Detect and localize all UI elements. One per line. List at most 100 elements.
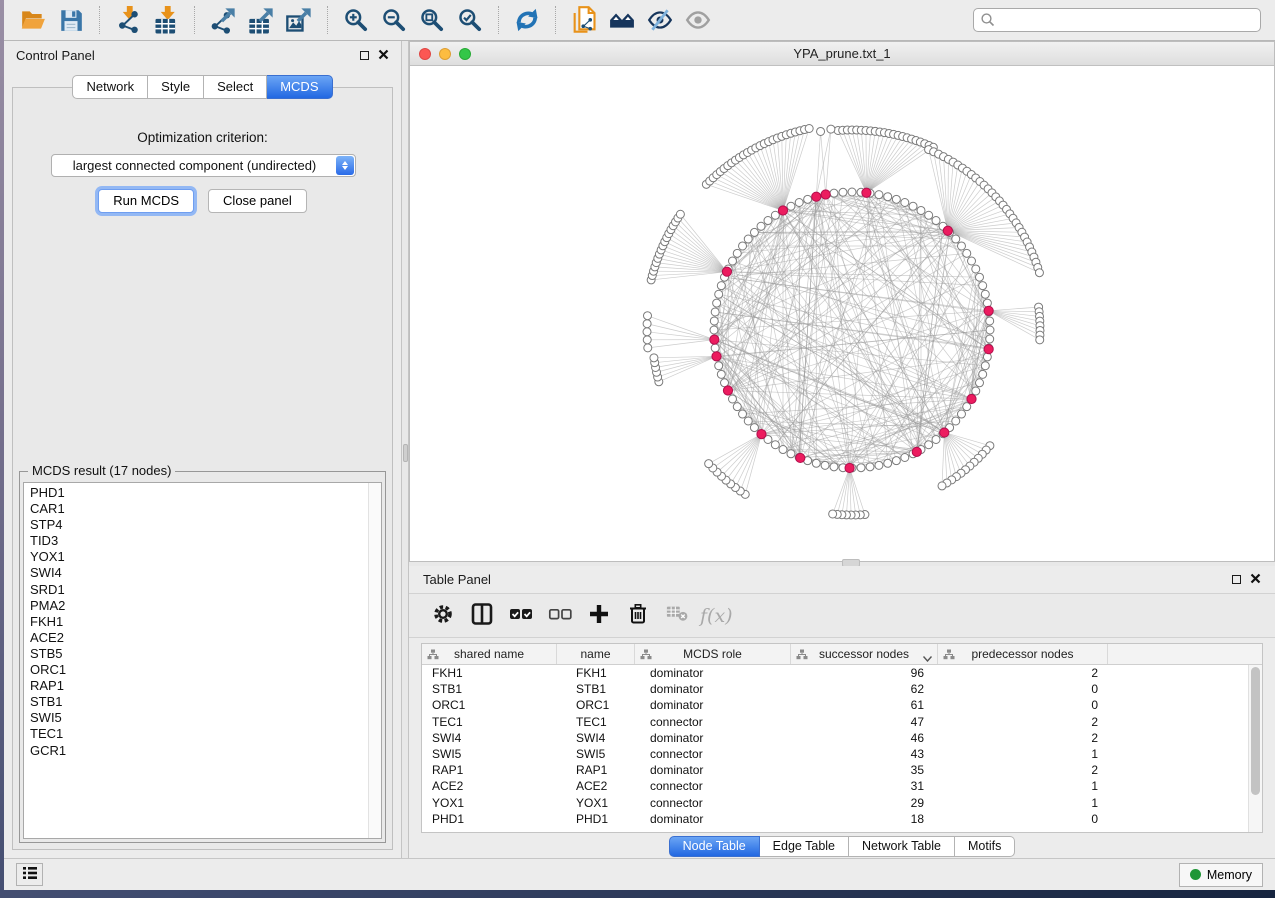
network-node[interactable] — [750, 424, 758, 432]
memory-button[interactable]: Memory — [1179, 863, 1263, 887]
tab-edge-table[interactable]: Edge Table — [760, 836, 849, 857]
network-node[interactable] — [643, 320, 651, 328]
mcds-node[interactable] — [710, 335, 719, 344]
table-row[interactable]: PHD1PHD1dominator180 — [422, 811, 1262, 827]
result-node-item[interactable]: SWI5 — [30, 710, 381, 726]
network-node[interactable] — [925, 441, 933, 449]
network-node[interactable] — [812, 459, 820, 467]
network-node[interactable] — [884, 459, 892, 467]
result-node-item[interactable]: STP4 — [30, 517, 381, 533]
close-panel-icon[interactable] — [1250, 572, 1261, 587]
mcds-node[interactable] — [812, 192, 821, 201]
delete-table-button[interactable] — [661, 599, 693, 633]
mcds-node[interactable] — [912, 447, 921, 456]
mcds-node[interactable] — [778, 206, 787, 215]
splitter-grip[interactable] — [403, 444, 408, 462]
delete-column-button[interactable] — [622, 599, 654, 633]
network-node[interactable] — [739, 410, 747, 418]
network-node[interactable] — [1035, 269, 1043, 277]
table-row[interactable]: RAP1RAP1dominator352 — [422, 762, 1262, 778]
result-node-item[interactable]: RAP1 — [30, 678, 381, 694]
network-node[interactable] — [757, 222, 765, 230]
table-row[interactable]: TEC1TEC1connector472 — [422, 714, 1262, 730]
tab-style[interactable]: Style — [148, 75, 204, 99]
network-node[interactable] — [643, 328, 651, 336]
result-node-item[interactable]: YOX1 — [30, 549, 381, 565]
mcds-node[interactable] — [943, 226, 952, 235]
tab-motifs[interactable]: Motifs — [955, 836, 1015, 857]
network-node[interactable] — [733, 403, 741, 411]
result-node-item[interactable]: TEC1 — [30, 726, 381, 742]
show-all-button[interactable] — [679, 3, 717, 37]
network-node[interactable] — [909, 202, 917, 210]
column-header-shared-name[interactable]: shared name — [422, 644, 557, 664]
network-node[interactable] — [764, 217, 772, 225]
scrollbar-thumb[interactable] — [1251, 667, 1260, 795]
network-node[interactable] — [848, 188, 856, 196]
network-graph[interactable] — [410, 66, 1274, 561]
mcds-node[interactable] — [984, 306, 993, 315]
result-node-item[interactable]: GCR1 — [30, 743, 381, 759]
network-node[interactable] — [952, 417, 960, 425]
column-header-MCDS-role[interactable]: MCDS role — [635, 644, 791, 664]
open-file-button[interactable] — [14, 3, 52, 37]
network-node[interactable] — [771, 441, 779, 449]
column-view-button[interactable] — [466, 599, 498, 633]
network-node[interactable] — [644, 344, 652, 352]
network-node[interactable] — [932, 217, 940, 225]
network-node[interactable] — [817, 127, 825, 135]
import-table-button[interactable] — [147, 3, 185, 37]
network-node[interactable] — [917, 206, 925, 214]
network-node[interactable] — [963, 403, 971, 411]
function-builder-button[interactable]: f(x) — [700, 605, 733, 627]
deselect-all-button[interactable] — [544, 599, 576, 633]
network-node[interactable] — [705, 460, 713, 468]
hide-selected-button[interactable] — [641, 3, 679, 37]
network-node[interactable] — [979, 282, 987, 290]
network-node[interactable] — [711, 308, 719, 316]
network-node[interactable] — [676, 210, 684, 218]
network-node[interactable] — [901, 199, 909, 207]
network-node[interactable] — [827, 125, 835, 133]
close-panel-icon[interactable] — [378, 48, 389, 63]
network-node[interactable] — [875, 461, 883, 469]
network-node[interactable] — [829, 510, 837, 518]
result-node-item[interactable]: PMA2 — [30, 598, 381, 614]
network-node[interactable] — [787, 202, 795, 210]
zoom-in-button[interactable] — [337, 3, 375, 37]
network-node[interactable] — [866, 463, 874, 471]
zoom-out-button[interactable] — [375, 3, 413, 37]
network-node[interactable] — [744, 235, 752, 243]
network-node[interactable] — [710, 326, 718, 334]
result-node-item[interactable]: PHD1 — [30, 485, 381, 501]
network-node[interactable] — [968, 257, 976, 265]
table-row[interactable]: STB1STB1dominator620 — [422, 681, 1262, 697]
network-node[interactable] — [779, 446, 787, 454]
network-node[interactable] — [963, 249, 971, 257]
network-node[interactable] — [952, 235, 960, 243]
select-all-button[interactable] — [505, 599, 537, 633]
mcds-node[interactable] — [845, 463, 854, 472]
result-node-item[interactable]: ACE2 — [30, 630, 381, 646]
table-row[interactable]: FKH1FKH1dominator962 — [422, 665, 1262, 681]
run-mcds-button[interactable]: Run MCDS — [98, 189, 194, 213]
network-canvas[interactable] — [410, 66, 1274, 561]
mcds-node[interactable] — [757, 430, 766, 439]
mcds-node[interactable] — [723, 386, 732, 395]
table-row[interactable]: SWI5SWI5connector431 — [422, 746, 1262, 762]
tab-node-table[interactable]: Node Table — [669, 836, 760, 857]
result-node-item[interactable]: TID3 — [30, 533, 381, 549]
network-node[interactable] — [986, 335, 994, 343]
import-network-button[interactable] — [109, 3, 147, 37]
result-node-item[interactable]: CAR1 — [30, 501, 381, 517]
network-node[interactable] — [857, 464, 865, 472]
network-node[interactable] — [932, 435, 940, 443]
network-node[interactable] — [830, 189, 838, 197]
mcds-node[interactable] — [862, 188, 871, 197]
network-node[interactable] — [771, 211, 779, 219]
network-node[interactable] — [715, 290, 723, 298]
mcds-node[interactable] — [940, 428, 949, 437]
network-node[interactable] — [986, 326, 994, 334]
tab-mcds[interactable]: MCDS — [267, 75, 332, 99]
network-node[interactable] — [986, 317, 994, 325]
